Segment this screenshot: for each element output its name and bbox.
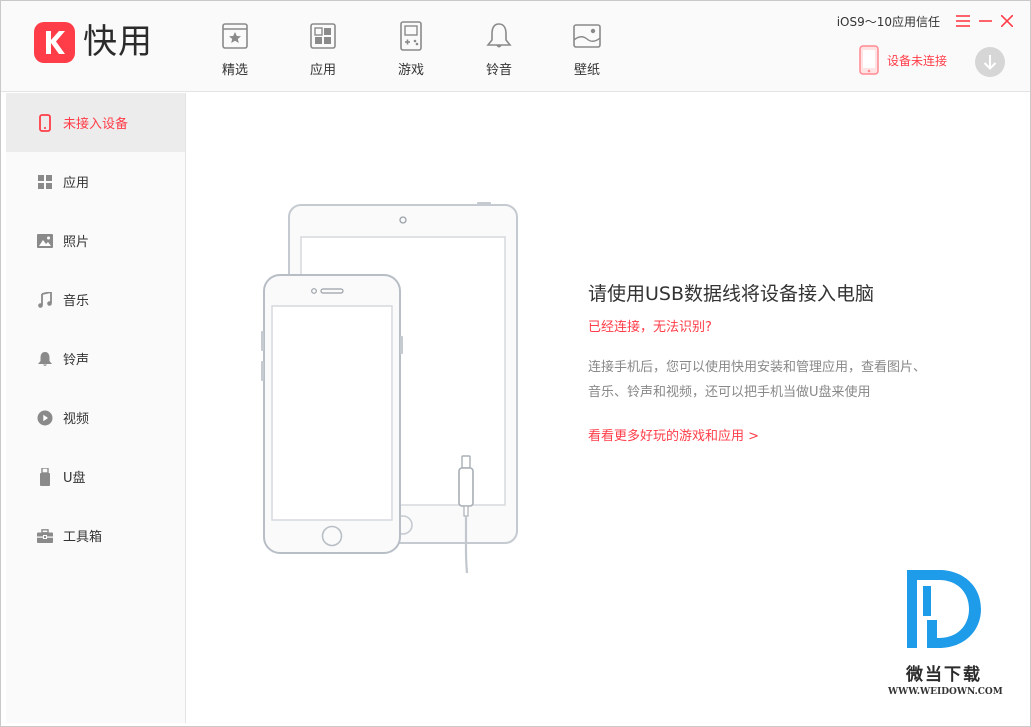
main-content: 请使用USB数据线将设备接入电脑 已经连接，无法识别? 连接手机后，您可以使用快… (187, 93, 1030, 723)
close-icon (1001, 15, 1013, 27)
ios-trust-link[interactable]: iOS9～10应用信任 (837, 13, 940, 30)
picture-icon (570, 19, 604, 53)
app-logo: 快用 (34, 22, 153, 63)
sidebar-item-label: 音乐 (63, 294, 90, 309)
devices-illustration (261, 202, 518, 574)
nav-label: 精选 (221, 63, 248, 78)
sidebar-item-label: 照片 (63, 235, 90, 250)
sidebar-item-photos[interactable]: 照片 (6, 211, 185, 270)
toolbox-icon (37, 528, 53, 544)
recognition-failed-link[interactable]: 已经连接，无法识别? (588, 316, 988, 335)
close-button[interactable] (996, 11, 1018, 31)
play-icon (37, 410, 53, 426)
sidebar-item-label: U盘 (63, 471, 86, 486)
watermark-url: WWW.WEIDOWN.COM (888, 687, 1003, 697)
apps-grid-icon (306, 19, 340, 53)
sidebar-item-label: 应用 (63, 176, 90, 191)
sidebar-item-ringtones[interactable]: 铃声 (6, 329, 185, 388)
sidebar-item-music[interactable]: 音乐 (6, 270, 185, 329)
usb-drive-icon (37, 467, 53, 486)
connect-message: 请使用USB数据线将设备接入电脑 已经连接，无法识别? 连接手机后，您可以使用快… (588, 279, 988, 444)
sidebar-item-apps[interactable]: 应用 (6, 152, 185, 211)
nav-label: 壁纸 (573, 63, 600, 78)
sidebar-item-udisk[interactable]: U盘 (6, 447, 185, 506)
title-controls: iOS9～10应用信任 (837, 11, 1018, 31)
nav-label: 应用 (309, 63, 336, 78)
menu-button[interactable] (952, 11, 974, 31)
download-arrow-icon (983, 55, 997, 70)
nav-wallpaper[interactable]: 壁纸 (543, 19, 631, 85)
watermark-name: 微当下载 (906, 665, 982, 685)
phone-illustration (261, 274, 403, 554)
nav-label: 铃音 (485, 63, 512, 78)
sidebar-item-label: 视频 (63, 412, 90, 427)
header: 快用 精选 应用 游戏 铃音 壁纸 iOS9～10应用信任 设备未连接 (1, 1, 1030, 92)
photo-icon (37, 233, 53, 249)
description-line: 音乐、铃声和视频，还可以把手机当做U盘来使用 (588, 385, 871, 400)
phone-disconnected-icon (859, 45, 879, 75)
top-nav: 精选 应用 游戏 铃音 壁纸 (191, 19, 631, 85)
sidebar-item-label: 未接入设备 (63, 117, 129, 132)
nav-label: 游戏 (397, 63, 424, 78)
menu-icon (956, 15, 970, 27)
connect-title: 请使用USB数据线将设备接入电脑 (588, 283, 875, 305)
sidebar-item-label: 工具箱 (63, 530, 103, 545)
nav-featured[interactable]: 精选 (191, 19, 279, 85)
connect-description: 连接手机后，您可以使用快用安装和管理应用，查看图片、 音乐、铃声和视频，还可以把… (588, 355, 988, 405)
device-status-label: 设备未连接 (887, 53, 948, 68)
phone-icon (37, 113, 53, 132)
weidown-d-logo (907, 570, 981, 648)
nav-ringtones[interactable]: 铃音 (455, 19, 543, 85)
more-games-apps-link[interactable]: 看看更多好玩的游戏和应用 > (588, 425, 988, 444)
bell-icon (482, 19, 516, 53)
gameboy-icon (394, 19, 428, 53)
grid-icon (37, 174, 53, 190)
star-icon (218, 19, 252, 53)
nav-apps[interactable]: 应用 (279, 19, 367, 85)
sidebar-item-toolbox[interactable]: 工具箱 (6, 506, 185, 565)
description-line: 连接手机后，您可以使用快用安装和管理应用，查看图片、 (588, 360, 927, 375)
sidebar-item-label: 铃声 (63, 353, 90, 368)
nav-games[interactable]: 游戏 (367, 19, 455, 85)
logo-k-icon (34, 22, 75, 63)
device-status[interactable]: 设备未连接 (859, 45, 947, 75)
sidebar: 未接入设备 应用 照片 音乐 铃声 视频 U盘 工具箱 (6, 93, 186, 723)
bell-icon (37, 351, 53, 367)
app-name: 快用 (83, 22, 153, 62)
music-note-icon (37, 291, 53, 308)
watermark: 微当下载 WWW.WEIDOWN.COM (888, 564, 1003, 697)
sidebar-item-no-device[interactable]: 未接入设备 (6, 93, 185, 152)
sidebar-item-video[interactable]: 视频 (6, 388, 185, 447)
minimize-icon (978, 20, 992, 22)
download-button[interactable] (975, 47, 1005, 77)
app-window: 快用 精选 应用 游戏 铃音 壁纸 iOS9～10应用信任 设备未连接 未接入设… (0, 0, 1031, 727)
minimize-button[interactable] (974, 11, 996, 31)
